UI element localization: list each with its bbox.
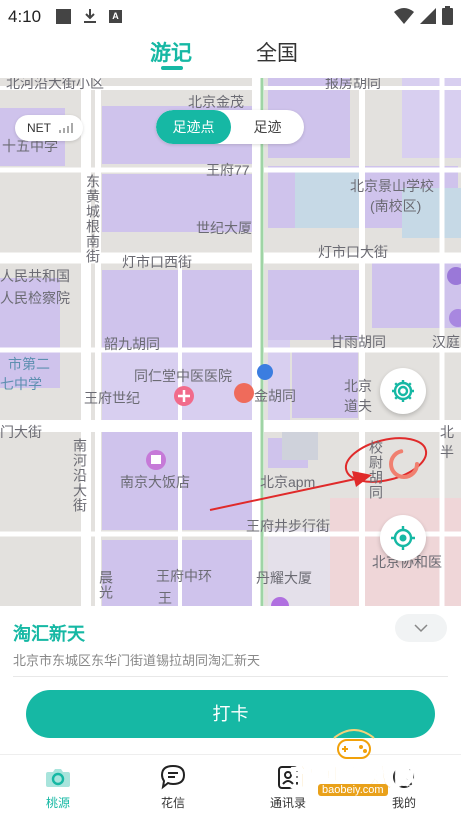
map-label: 王府井步行街 xyxy=(246,518,330,534)
nav-label: 花信 xyxy=(160,796,185,810)
mode-footprint-points[interactable]: 足迹点 xyxy=(156,110,231,144)
tab-youji[interactable]: 游记 xyxy=(150,37,192,67)
crosshair-icon xyxy=(391,526,415,550)
nav-item-huaxin[interactable]: 花信 xyxy=(138,763,208,811)
map-label: 北京景山学校 xyxy=(350,178,434,194)
place-address: 北京市东城区东华门街道锡拉胡同淘汇新天 xyxy=(13,653,261,668)
map-label: 王 xyxy=(158,590,172,606)
map-label: 王府77 xyxy=(206,162,250,178)
map-label: 同仁堂中医医院 xyxy=(134,368,232,384)
nav-item-taoyuan[interactable]: 桃源 xyxy=(23,763,93,811)
nav-label: 通讯录 xyxy=(269,796,306,810)
battery-icon xyxy=(442,6,453,25)
map-label: 甘雨胡同 xyxy=(330,334,386,350)
network-indicator: NET xyxy=(15,115,83,141)
wifi-icon xyxy=(394,7,414,24)
map-label: 南河沿大街 xyxy=(72,438,88,513)
gamepad-logo-icon xyxy=(333,729,375,759)
map-label: 晨光 xyxy=(98,570,114,600)
map-label: 灯市口西街 xyxy=(122,254,192,270)
place-name: 淘汇新天 xyxy=(13,624,85,644)
map-label: (南校区) xyxy=(370,198,422,214)
map-label: 王府中环 xyxy=(156,568,212,584)
map-label: 七中学 xyxy=(0,376,42,392)
mode-footprint[interactable]: 足迹 xyxy=(231,110,304,144)
view-mode-toggle: 足迹点 足迹 xyxy=(156,110,304,144)
map-label: 金胡同 xyxy=(254,388,296,404)
map-view[interactable]: 北河沿大街小区 北京金茂 报房胡同 十五中学 王府77 东黄城根南街 北京景山学… xyxy=(0,78,461,606)
chat-bubble-icon xyxy=(160,764,186,790)
a-icon: A xyxy=(109,9,122,23)
map-label: 南京大饭店 xyxy=(120,474,190,490)
tab-active-indicator xyxy=(161,66,183,70)
map-label: 人民检察院 xyxy=(0,290,70,306)
signal-icon xyxy=(420,7,436,24)
map-label: 校尉胡同 xyxy=(368,440,384,500)
map-label: 丹耀大厦 xyxy=(256,570,312,586)
map-label: 北京apm xyxy=(260,474,316,490)
map-label: 道夫 xyxy=(344,398,372,414)
map-label: 北京金茂 xyxy=(188,94,244,110)
map-label: 人民共和国 xyxy=(0,268,70,284)
network-label: NET xyxy=(27,121,51,135)
map-label: 世纪大厦 xyxy=(196,220,252,236)
status-bar: 4:10 A xyxy=(0,0,461,32)
map-label: 半 xyxy=(440,444,454,460)
map-label: 北京 xyxy=(344,378,372,394)
map-label: 灯市口大街 xyxy=(318,244,388,260)
download-icon xyxy=(84,9,96,23)
camera-icon xyxy=(46,769,70,787)
map-label: 北河沿大街小区 xyxy=(6,78,104,91)
map-label: 东黄城根南街 xyxy=(85,174,101,264)
status-time: 4:10 xyxy=(8,7,42,26)
map-label: 市第二 xyxy=(8,356,50,372)
map-label: 报房胡同 xyxy=(325,78,381,91)
gear-icon xyxy=(392,380,414,402)
tab-quanguo[interactable]: 全国 xyxy=(256,37,298,67)
map-label: 汉庭 xyxy=(432,334,460,350)
top-tabs: 游记 全国 xyxy=(0,32,461,78)
place-panel: 淘汇新天 北京市东城区东华门街道锡拉胡同淘汇新天 打卡 xyxy=(0,606,461,754)
settings-button[interactable] xyxy=(380,368,426,414)
nav-label: 我的 xyxy=(391,796,416,810)
chevron-down-icon xyxy=(414,624,428,633)
nav-label: 桃源 xyxy=(45,796,70,810)
locate-button[interactable] xyxy=(380,515,426,561)
map-label: 门大街 xyxy=(0,424,42,440)
map-label: 王府世纪 xyxy=(84,390,140,406)
map-label: 韶九胡同 xyxy=(104,336,160,352)
divider xyxy=(13,676,448,677)
map-label: 北 xyxy=(440,424,454,440)
notification-square-icon xyxy=(56,8,71,24)
watermark-url: baobeiy.com xyxy=(318,784,388,796)
expand-button[interactable] xyxy=(395,614,447,642)
signal-bars-icon xyxy=(59,123,73,133)
